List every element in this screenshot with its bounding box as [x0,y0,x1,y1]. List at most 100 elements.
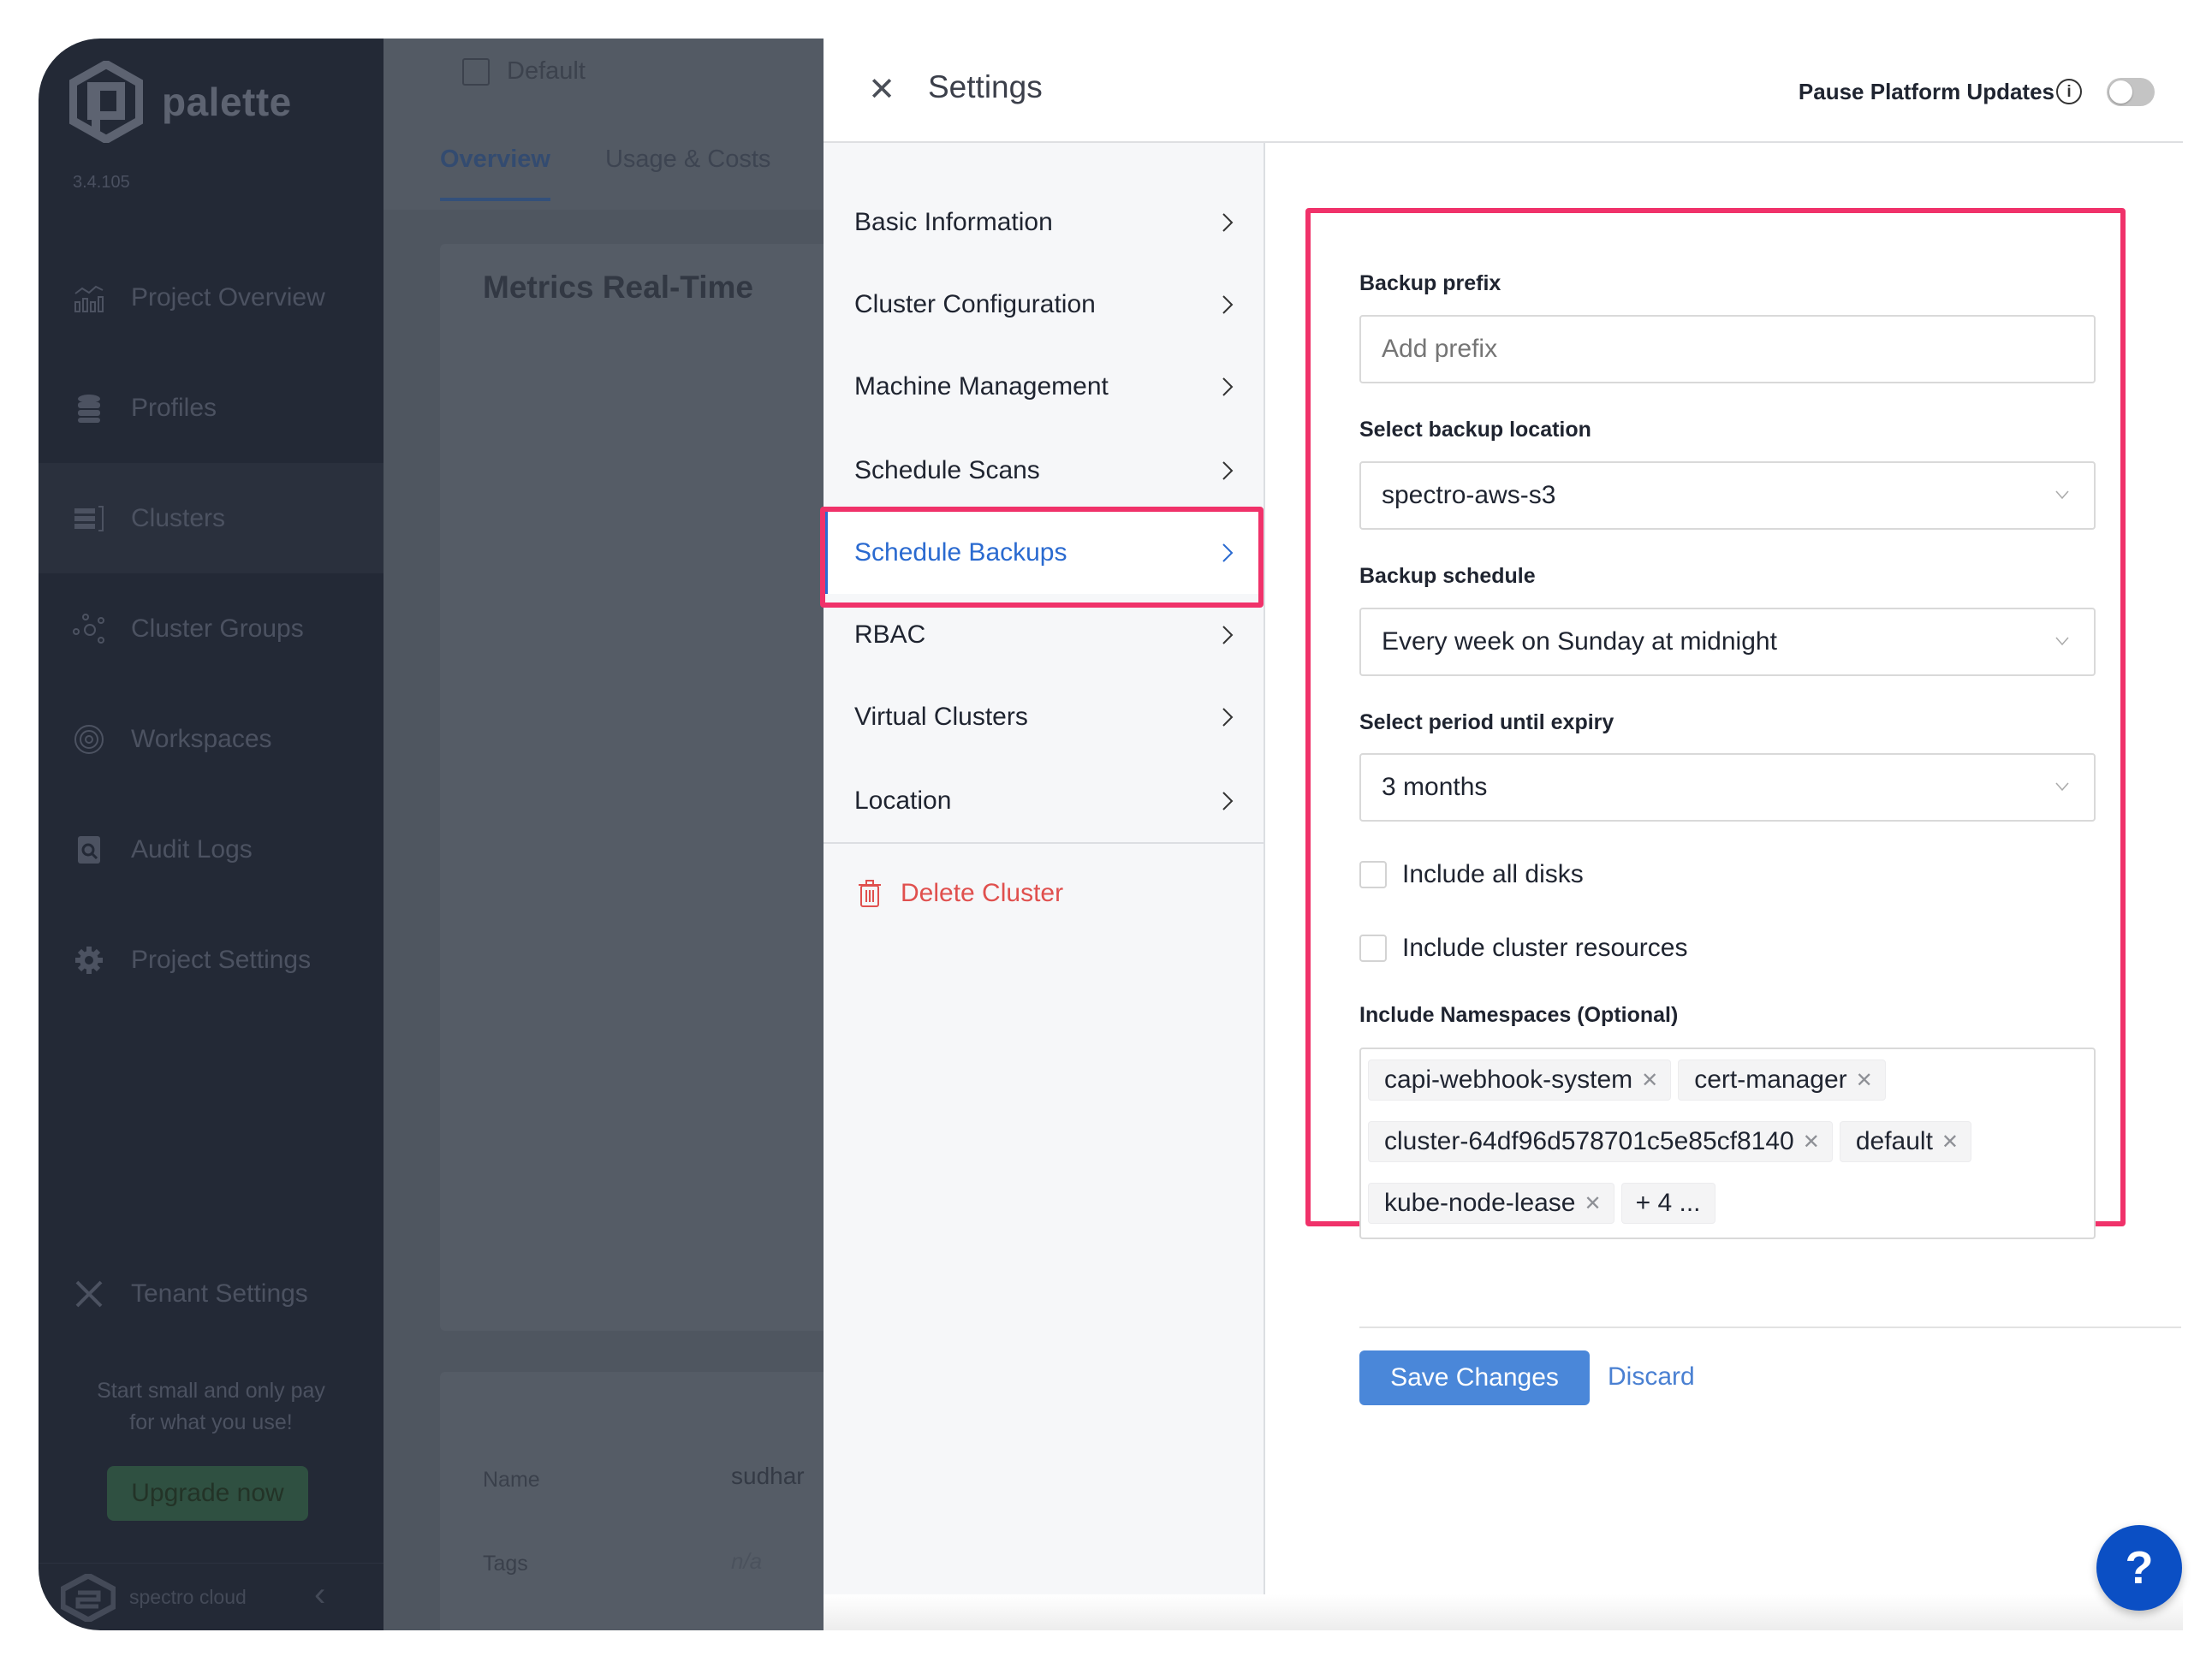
app-window: palette 3.4.105 Project Overview Profile… [39,39,2183,1630]
toggle-knob [2109,80,2132,104]
settings-nav-rbac[interactable]: RBAC [824,594,1264,676]
logo: palette [69,61,292,143]
bottom-fade [824,1594,2183,1630]
project-name: Default [507,57,586,85]
sidebar-item-project-settings[interactable]: Project Settings [39,905,384,1015]
discard-button[interactable]: Discard [1608,1362,1695,1392]
chevron-down-icon [2055,637,2069,646]
network-icon [73,613,105,645]
settings-nav-label: Schedule Backups [854,538,1067,567]
divider [824,842,1264,844]
backup-schedule-select[interactable]: Every week on Sunday at midnight [1359,608,2096,676]
backup-location-label: Select backup location [1359,418,1591,442]
sidebar-item-audit-logs[interactable]: Audit Logs [39,794,384,905]
checkbox[interactable] [1359,935,1387,962]
selected-value: Every week on Sunday at midnight [1382,627,1777,656]
dashboard-icon [462,57,490,86]
sidebar-item-clusters[interactable]: Clusters [39,463,384,573]
delete-cluster-button[interactable]: Delete Cluster [858,879,1063,908]
selected-value: spectro-aws-s3 [1382,481,1556,509]
expiry-period-select[interactable]: 3 months [1359,753,2096,822]
promo-line: for what you use! [129,1410,293,1434]
namespaces-multiselect[interactable]: capi-webhook-system ✕ cert-manager ✕ clust… [1359,1048,2096,1239]
settings-title: Settings [928,69,1043,104]
remove-tag-icon[interactable]: ✕ [1641,1068,1658,1093]
settings-nav-schedule-backups[interactable]: Schedule Backups [824,512,1264,594]
info-icon[interactable]: i [2056,79,2082,104]
chevron-right-icon [1222,792,1234,810]
detail-value: n/a [731,1548,763,1574]
metrics-card: Metrics Real-Time [440,244,842,1331]
help-button[interactable]: ? [2096,1525,2182,1611]
tenant-settings-label: Tenant Settings [131,1279,308,1308]
chevron-down-icon [2055,782,2069,792]
checkbox-label: Include cluster resources [1402,934,1688,962]
backup-prefix-input[interactable] [1359,315,2096,383]
sidebar-item-label: Audit Logs [131,834,253,864]
card-title: Metrics Real-Time [483,270,753,305]
backup-location-select[interactable]: spectro-aws-s3 [1359,461,2096,530]
collapse-sidebar-icon[interactable]: ‹ [314,1576,325,1614]
sidebar-item-label: Cluster Groups [131,614,304,643]
include-cluster-resources-checkbox[interactable]: Include cluster resources [1359,934,1688,963]
promo-text: Start small and only pay for what you us… [39,1375,384,1439]
sidebar-item-project-overview[interactable]: Project Overview [39,242,384,353]
tag-label: kube-node-lease [1384,1189,1576,1217]
chevron-right-icon [1222,543,1234,562]
pause-updates-toggle[interactable] [2107,78,2155,106]
sidebar-nav: Project Overview Profiles Clusters Clust… [39,242,384,1015]
settings-nav-cluster-configuration[interactable]: Cluster Configuration [824,264,1264,346]
tag-label: default [1855,1127,1933,1155]
sidebar-item-label: Project Overview [131,282,325,312]
namespace-tag: cluster-64df96d578701c5e85cf8140 ✕ [1368,1121,1833,1162]
save-changes-button[interactable]: Save Changes [1359,1350,1590,1405]
chevron-right-icon [1222,295,1234,314]
more-namespaces-tag[interactable]: + 4 ... [1620,1183,1715,1224]
close-icon[interactable]: ✕ [865,73,899,107]
sidebar-item-label: Project Settings [131,945,312,974]
tools-icon [73,1278,105,1310]
chevron-down-icon [2055,490,2069,500]
project-selector[interactable]: Default [462,57,586,86]
schedule-backups-form: Backup prefix Select backup location spe… [1265,143,2183,1630]
tab-usage-costs[interactable]: Usage & Costs [605,145,770,201]
tag-label: cluster-64df96d578701c5e85cf8140 [1384,1127,1794,1155]
remove-tag-icon[interactable]: ✕ [1941,1130,1959,1154]
divider [1359,1327,2181,1328]
settings-nav-basic-information[interactable]: Basic Information [824,181,1264,264]
settings-nav-machine-management[interactable]: Machine Management [824,346,1264,428]
main-content: Default Overview Usage & Costs Metrics R… [384,39,842,1630]
detail-key: Tags [483,1552,528,1576]
sidebar-footer: spectro cloud ‹ [39,1563,384,1630]
checkbox[interactable] [1359,861,1387,888]
sidebar-item-profiles[interactable]: Profiles [39,353,384,463]
sidebar-item-cluster-groups[interactable]: Cluster Groups [39,573,384,684]
app-name: palette [162,80,292,124]
namespace-tag: capi-webhook-system ✕ [1368,1060,1672,1101]
palette-logo-icon [69,61,143,143]
sidebar-item-workspaces[interactable]: Workspaces [39,684,384,794]
tag-label: cert-manager [1694,1065,1847,1094]
brand-name: spectro cloud [129,1586,247,1608]
upgrade-button[interactable]: Upgrade now [107,1466,308,1521]
settings-nav-location[interactable]: Location [824,760,1264,842]
namespaces-label: Include Namespaces (Optional) [1359,1003,1679,1027]
backup-prefix-label: Backup prefix [1359,271,1501,295]
remove-tag-icon[interactable]: ✕ [1803,1130,1820,1154]
remove-tag-icon[interactable]: ✕ [1856,1068,1873,1093]
main-tabs: Overview Usage & Costs [440,145,770,201]
tab-overview[interactable]: Overview [440,145,550,201]
settings-nav-label: Location [854,786,952,815]
settings-nav-virtual-clusters[interactable]: Virtual Clusters [824,676,1264,758]
settings-nav-schedule-scans[interactable]: Schedule Scans [824,430,1264,512]
sidebar-item-label: Workspaces [131,724,272,753]
include-all-disks-checkbox[interactable]: Include all disks [1359,860,1584,889]
tag-label: capi-webhook-system [1384,1065,1633,1094]
settings-header: ✕ Settings Pause Platform Updates i [824,39,2183,143]
settings-nav-label: Virtual Clusters [854,703,1028,731]
sidebar-item-tenant-settings[interactable]: Tenant Settings [73,1278,308,1310]
remove-tag-icon[interactable]: ✕ [1585,1191,1602,1216]
target-icon [73,723,105,756]
pause-updates-label: Pause Platform Updates [1798,79,2054,104]
promo-line: Start small and only pay [97,1379,325,1403]
